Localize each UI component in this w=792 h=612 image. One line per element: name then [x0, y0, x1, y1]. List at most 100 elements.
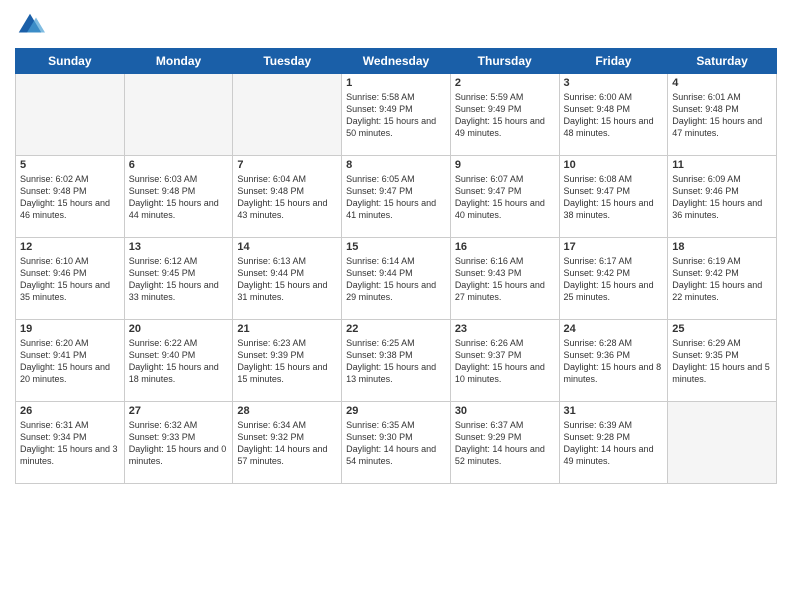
week-row-1: 5 Sunrise: 6:02 AMSunset: 9:48 PMDaylight… [16, 156, 777, 238]
cell-details: Sunrise: 5:58 AMSunset: 9:49 PMDaylight:… [346, 91, 446, 140]
cell-details: Sunrise: 6:04 AMSunset: 9:48 PMDaylight:… [237, 173, 337, 222]
cell-details: Sunrise: 6:14 AMSunset: 9:44 PMDaylight:… [346, 255, 446, 304]
calendar-cell: 29Sunrise: 6:35 AMSunset: 9:30 PMDayligh… [342, 402, 451, 484]
calendar-cell: 22 Sunrise: 6:25 AMSunset: 9:38 PMDayligh… [342, 320, 451, 402]
day-number: 3 [564, 77, 664, 89]
calendar-cell: 2 Sunrise: 5:59 AMSunset: 9:49 PMDaylight… [450, 74, 559, 156]
day-number: 8 [346, 159, 446, 171]
calendar-cell: 26 Sunrise: 6:31 AMSunset: 9:34 PMDayligh… [16, 402, 125, 484]
day-number: 24 [564, 323, 664, 335]
day-header-tuesday: Tuesday [233, 49, 342, 74]
cell-details: Sunrise: 6:26 AMSunset: 9:37 PMDaylight:… [455, 337, 555, 386]
day-number: 28 [237, 405, 337, 417]
cell-details: Sunrise: 6:23 AMSunset: 9:39 PMDaylight:… [237, 337, 337, 386]
cell-details: Sunrise: 6:31 AMSunset: 9:34 PMDaylight:… [20, 419, 120, 468]
day-number: 7 [237, 159, 337, 171]
day-number: 30 [455, 405, 555, 417]
cell-details: Sunrise: 6:35 AMSunset: 9:30 PMDaylight:… [346, 419, 446, 468]
calendar-cell: 8 Sunrise: 6:05 AMSunset: 9:47 PMDaylight… [342, 156, 451, 238]
logo [15, 10, 49, 40]
day-number: 11 [672, 159, 772, 171]
calendar-cell: 10Sunrise: 6:08 AMSunset: 9:47 PMDayligh… [559, 156, 668, 238]
day-header-monday: Monday [124, 49, 233, 74]
calendar-cell: 17Sunrise: 6:17 AMSunset: 9:42 PMDayligh… [559, 238, 668, 320]
page: SundayMondayTuesdayWednesdayThursdayFrid… [0, 0, 792, 612]
header [15, 10, 777, 40]
cell-details: Sunrise: 6:03 AMSunset: 9:48 PMDaylight:… [129, 173, 229, 222]
day-number: 18 [672, 241, 772, 253]
day-header-sunday: Sunday [16, 49, 125, 74]
day-number: 2 [455, 77, 555, 89]
day-number: 31 [564, 405, 664, 417]
calendar-cell: 13 Sunrise: 6:12 AMSunset: 9:45 PMDayligh… [124, 238, 233, 320]
calendar-cell: 24 Sunrise: 6:28 AMSunset: 9:36 PMDayligh… [559, 320, 668, 402]
day-number: 14 [237, 241, 337, 253]
calendar-cell: 30 Sunrise: 6:37 AMSunset: 9:29 PMDayligh… [450, 402, 559, 484]
cell-details: Sunrise: 6:13 AMSunset: 9:44 PMDaylight:… [237, 255, 337, 304]
cell-details: Sunrise: 6:37 AMSunset: 9:29 PMDaylight:… [455, 419, 555, 468]
day-header-row: SundayMondayTuesdayWednesdayThursdayFrid… [16, 49, 777, 74]
day-number: 1 [346, 77, 446, 89]
calendar-cell: 5 Sunrise: 6:02 AMSunset: 9:48 PMDaylight… [16, 156, 125, 238]
day-number: 26 [20, 405, 120, 417]
calendar-table: SundayMondayTuesdayWednesdayThursdayFrid… [15, 48, 777, 484]
cell-details: Sunrise: 6:19 AMSunset: 9:42 PMDaylight:… [672, 255, 772, 304]
day-number: 27 [129, 405, 229, 417]
cell-details: Sunrise: 6:25 AMSunset: 9:38 PMDaylight:… [346, 337, 446, 386]
cell-details: Sunrise: 6:16 AMSunset: 9:43 PMDaylight:… [455, 255, 555, 304]
cell-details: Sunrise: 6:10 AMSunset: 9:46 PMDaylight:… [20, 255, 120, 304]
cell-details: Sunrise: 6:34 AMSunset: 9:32 PMDaylight:… [237, 419, 337, 468]
cell-details: Sunrise: 6:12 AMSunset: 9:45 PMDaylight:… [129, 255, 229, 304]
week-row-0: 1 Sunrise: 5:58 AMSunset: 9:49 PMDaylight… [16, 74, 777, 156]
calendar-cell: 6 Sunrise: 6:03 AMSunset: 9:48 PMDaylight… [124, 156, 233, 238]
day-number: 15 [346, 241, 446, 253]
day-number: 13 [129, 241, 229, 253]
calendar-cell: 18 Sunrise: 6:19 AMSunset: 9:42 PMDayligh… [668, 238, 777, 320]
calendar-cell [124, 74, 233, 156]
day-number: 5 [20, 159, 120, 171]
calendar-cell: 16 Sunrise: 6:16 AMSunset: 9:43 PMDayligh… [450, 238, 559, 320]
day-number: 17 [564, 241, 664, 253]
calendar-cell [668, 402, 777, 484]
cell-details: Sunrise: 6:05 AMSunset: 9:47 PMDaylight:… [346, 173, 446, 222]
day-number: 21 [237, 323, 337, 335]
calendar-cell: 21 Sunrise: 6:23 AMSunset: 9:39 PMDayligh… [233, 320, 342, 402]
calendar-cell: 28 Sunrise: 6:34 AMSunset: 9:32 PMDayligh… [233, 402, 342, 484]
day-number: 10 [564, 159, 664, 171]
day-number: 19 [20, 323, 120, 335]
day-number: 12 [20, 241, 120, 253]
cell-details: Sunrise: 6:09 AMSunset: 9:46 PMDaylight:… [672, 173, 772, 222]
calendar-cell [233, 74, 342, 156]
cell-details: Sunrise: 6:02 AMSunset: 9:48 PMDaylight:… [20, 173, 120, 222]
cell-details: Sunrise: 6:39 AMSunset: 9:28 PMDaylight:… [564, 419, 664, 468]
calendar-cell: 11 Sunrise: 6:09 AMSunset: 9:46 PMDayligh… [668, 156, 777, 238]
day-number: 4 [672, 77, 772, 89]
calendar-cell: 7 Sunrise: 6:04 AMSunset: 9:48 PMDaylight… [233, 156, 342, 238]
day-number: 16 [455, 241, 555, 253]
calendar-cell: 14 Sunrise: 6:13 AMSunset: 9:44 PMDayligh… [233, 238, 342, 320]
day-number: 25 [672, 323, 772, 335]
logo-icon [15, 10, 45, 40]
calendar-cell: 12 Sunrise: 6:10 AMSunset: 9:46 PMDayligh… [16, 238, 125, 320]
calendar-cell: 27Sunrise: 6:32 AMSunset: 9:33 PMDayligh… [124, 402, 233, 484]
cell-details: Sunrise: 6:28 AMSunset: 9:36 PMDaylight:… [564, 337, 664, 386]
day-number: 20 [129, 323, 229, 335]
week-row-4: 26 Sunrise: 6:31 AMSunset: 9:34 PMDayligh… [16, 402, 777, 484]
day-number: 22 [346, 323, 446, 335]
day-number: 23 [455, 323, 555, 335]
calendar-cell: 25 Sunrise: 6:29 AMSunset: 9:35 PMDayligh… [668, 320, 777, 402]
day-header-saturday: Saturday [668, 49, 777, 74]
cell-details: Sunrise: 6:20 AMSunset: 9:41 PMDaylight:… [20, 337, 120, 386]
calendar-cell: 23 Sunrise: 6:26 AMSunset: 9:37 PMDayligh… [450, 320, 559, 402]
day-header-wednesday: Wednesday [342, 49, 451, 74]
calendar-cell: 20Sunrise: 6:22 AMSunset: 9:40 PMDayligh… [124, 320, 233, 402]
calendar-cell: 19 Sunrise: 6:20 AMSunset: 9:41 PMDayligh… [16, 320, 125, 402]
calendar-cell: 9Sunrise: 6:07 AMSunset: 9:47 PMDaylight… [450, 156, 559, 238]
day-header-friday: Friday [559, 49, 668, 74]
cell-details: Sunrise: 6:29 AMSunset: 9:35 PMDaylight:… [672, 337, 772, 386]
cell-details: Sunrise: 5:59 AMSunset: 9:49 PMDaylight:… [455, 91, 555, 140]
calendar-cell: 4Sunrise: 6:01 AMSunset: 9:48 PMDaylight… [668, 74, 777, 156]
cell-details: Sunrise: 6:07 AMSunset: 9:47 PMDaylight:… [455, 173, 555, 222]
calendar-cell: 3Sunrise: 6:00 AMSunset: 9:48 PMDaylight… [559, 74, 668, 156]
day-number: 6 [129, 159, 229, 171]
